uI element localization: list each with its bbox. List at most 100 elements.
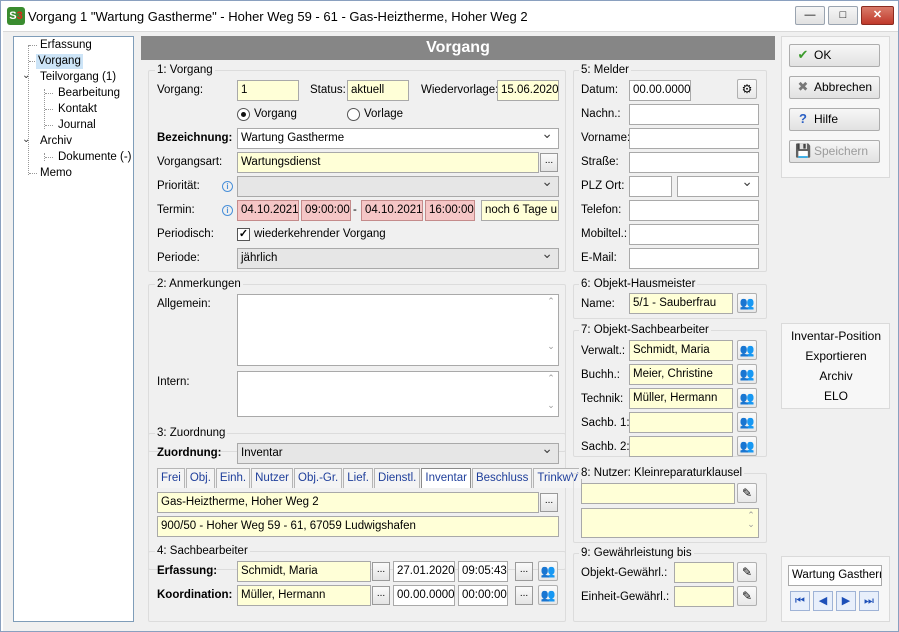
sachb2-field[interactable]	[629, 436, 733, 457]
termin-end-time[interactable]: 16:00:00	[425, 200, 475, 221]
hilfe-button[interactable]: ? Hilfe	[789, 108, 880, 131]
last-record-icon[interactable]: ⏭	[859, 591, 879, 611]
persons-icon[interactable]: 👥	[538, 585, 558, 605]
tab-inventar[interactable]: Inventar	[421, 468, 471, 488]
intern-textarea[interactable]: ⌃ ⌄	[237, 371, 559, 417]
persons-icon[interactable]: 👥	[737, 388, 757, 408]
datum-field[interactable]: 00.00.0000	[629, 80, 691, 101]
persons-icon[interactable]: 👥	[737, 412, 757, 432]
vorgang-field[interactable]: 1	[237, 80, 299, 101]
erfassung-date[interactable]: 27.01.2020	[393, 561, 455, 582]
tree-item-kontakt[interactable]: Kontakt	[56, 102, 99, 117]
email-field[interactable]	[629, 248, 759, 269]
chevron-down-icon[interactable]: ⌄	[22, 70, 30, 81]
tree-item-memo[interactable]: Memo	[38, 166, 74, 181]
info-icon[interactable]: i	[222, 205, 233, 216]
minimize-button[interactable]: —	[795, 6, 825, 25]
erfassung-time[interactable]: 09:05:43	[458, 561, 508, 582]
tab-obj-gr[interactable]: Obj.-Gr.	[294, 468, 343, 488]
objekt-gewaehrl-field[interactable]	[674, 562, 734, 583]
status-field[interactable]: aktuell	[347, 80, 409, 101]
vorgangsart-select-button[interactable]: ...	[540, 153, 558, 172]
koordination-name[interactable]: Müller, Hermann	[237, 585, 371, 606]
tab-nutzer[interactable]: Nutzer	[251, 468, 293, 488]
tab-frei[interactable]: Frei	[157, 468, 185, 488]
radio-vorlage[interactable]	[347, 108, 360, 121]
persons-icon[interactable]: 👥	[538, 561, 558, 581]
window-title: Vorgang 1 "Wartung Gastherme" - Hoher We…	[28, 9, 528, 24]
nachname-field[interactable]	[629, 104, 759, 125]
tree-item-teilvorgang[interactable]: Teilvorgang (1)	[38, 70, 118, 85]
plz-field[interactable]	[629, 176, 672, 197]
zuordnung-line1[interactable]: Gas-Heiztherme, Hoher Weg 2	[157, 492, 539, 513]
sachb1-field[interactable]	[629, 412, 733, 433]
info-icon[interactable]: i	[222, 181, 233, 192]
buchh-field[interactable]: Meier, Christine	[629, 364, 733, 385]
persons-icon[interactable]: 👥	[737, 293, 757, 313]
pencil-icon[interactable]: ✎	[737, 562, 757, 582]
koordination-select-button[interactable]: ...	[372, 586, 390, 605]
zuordnung-combo[interactable]: Inventar	[237, 443, 559, 464]
erfassung-more-button[interactable]: ...	[515, 562, 533, 581]
termin-end-date[interactable]: 04.10.2021	[361, 200, 423, 221]
nutzer-field[interactable]	[581, 483, 735, 504]
koordination-date[interactable]: 00.00.0000	[393, 585, 455, 606]
record-field[interactable]: Wartung Gastherm	[788, 565, 882, 586]
persons-icon[interactable]: 👥	[737, 340, 757, 360]
tree-item-archiv[interactable]: Archiv	[38, 134, 74, 149]
close-button[interactable]: ✕	[861, 6, 894, 25]
zuordnung-select-button[interactable]: ...	[540, 493, 558, 512]
erfassung-name[interactable]: Schmidt, Maria	[237, 561, 371, 582]
tree-item-dokumente[interactable]: Dokumente (-)	[56, 150, 134, 165]
inventar-position-link[interactable]: Inventar-Position	[783, 329, 889, 343]
erfassung-select-button[interactable]: ...	[372, 562, 390, 581]
first-record-icon[interactable]: ⏮	[790, 591, 810, 611]
bezeichnung-combo[interactable]: Wartung Gastherme	[237, 128, 559, 149]
vorname-field[interactable]	[629, 128, 759, 149]
nutzer-textarea[interactable]: ⌃ ⌄	[581, 508, 759, 538]
einheit-gewaehrl-field[interactable]	[674, 586, 734, 607]
koordination-more-button[interactable]: ...	[515, 586, 533, 605]
technik-field[interactable]: Müller, Hermann	[629, 388, 733, 409]
tree-item-bearbeitung[interactable]: Bearbeitung	[56, 86, 122, 101]
koordination-time[interactable]: 00:00:00	[458, 585, 508, 606]
allgemein-textarea[interactable]: ⌃ ⌄	[237, 294, 559, 366]
tree-item-journal[interactable]: Journal	[56, 118, 98, 133]
termin-start-date[interactable]: 04.10.2021	[237, 200, 299, 221]
pencil-icon[interactable]: ✎	[737, 483, 757, 503]
chevron-down-icon[interactable]: ⌄	[22, 134, 30, 145]
radio-vorgang[interactable]	[237, 108, 250, 121]
periodisch-checkbox[interactable]: ✓	[237, 228, 250, 241]
exportieren-link[interactable]: Exportieren	[783, 349, 889, 363]
tab-obj[interactable]: Obj.	[185, 468, 215, 488]
tab-beschluss[interactable]: Beschluss	[471, 468, 533, 488]
previous-record-icon[interactable]: ◀	[813, 591, 833, 611]
verwalt-field[interactable]: Schmidt, Maria	[629, 340, 733, 361]
prioritaet-combo[interactable]	[237, 176, 559, 197]
tree-item-erfassung[interactable]: Erfassung	[38, 38, 94, 53]
persons-icon[interactable]: 👥	[737, 364, 757, 384]
tab-einh[interactable]: Einh.	[215, 468, 251, 488]
ok-button[interactable]: ✔ OK	[789, 44, 880, 67]
vorgangsart-field[interactable]: Wartungsdienst	[237, 152, 539, 173]
periode-combo[interactable]: jährlich	[237, 248, 559, 269]
elo-link[interactable]: ELO	[783, 389, 889, 403]
tab-lief[interactable]: Lief.	[343, 468, 374, 488]
pencil-icon[interactable]: ✎	[737, 586, 757, 606]
termin-start-time[interactable]: 09:00:00	[301, 200, 351, 221]
hausmeister-name-field[interactable]: 5/1 - Sauberfrau	[629, 293, 733, 314]
mobiltel-field[interactable]	[629, 224, 759, 245]
maximize-button[interactable]: □	[828, 6, 858, 25]
tab-dienstl[interactable]: Dienstl.	[374, 468, 421, 488]
speichern-button[interactable]: 💾 Speichern	[789, 140, 880, 163]
abbrechen-button[interactable]: ✖ Abbrechen	[789, 76, 880, 99]
wiedervorlage-field[interactable]: 15.06.2020	[497, 80, 559, 101]
binoculars-icon[interactable]: ⚙	[737, 79, 757, 99]
persons-icon[interactable]: 👥	[737, 436, 757, 456]
next-record-icon[interactable]: ▶	[836, 591, 856, 611]
ort-combo[interactable]	[677, 176, 759, 197]
archiv-link[interactable]: Archiv	[783, 369, 889, 383]
strasse-field[interactable]	[629, 152, 759, 173]
telefon-field[interactable]	[629, 200, 759, 221]
tree-item-vorgang[interactable]: Vorgang	[36, 54, 83, 69]
